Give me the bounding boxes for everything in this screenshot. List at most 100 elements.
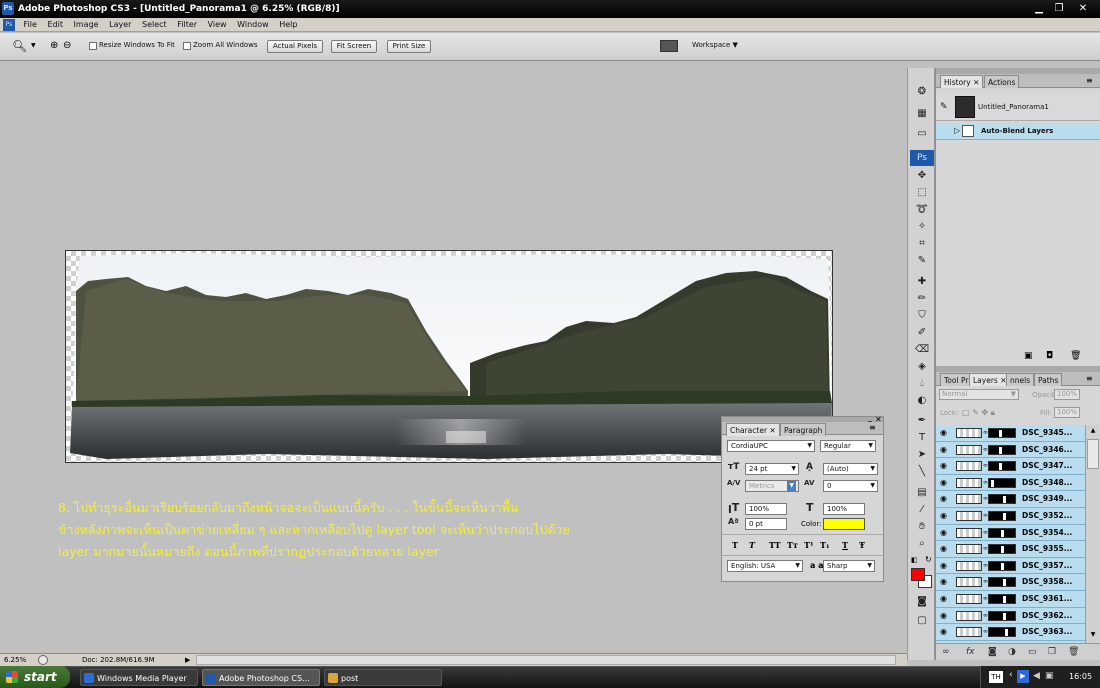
fill-input[interactable]: 100% <box>1054 407 1080 418</box>
layer-row[interactable]: ◉ ∞ DSC_9348... <box>936 474 1086 492</box>
minimize-icon[interactable]: ▁ <box>1032 3 1046 15</box>
foreground-color-swatch[interactable] <box>911 568 925 581</box>
underline-button[interactable]: T <box>842 540 848 550</box>
tab-paths[interactable]: Paths <box>1034 373 1063 386</box>
layer-row[interactable]: ◉ ∞ DSC_9358... <box>936 574 1086 591</box>
volume-icon[interactable]: ◀ <box>1033 671 1040 681</box>
screen-mode-icon[interactable]: ▢ <box>914 613 930 628</box>
magic-wand-tool-icon[interactable]: ✧ <box>914 219 930 234</box>
history-brush-icon[interactable]: ✐ <box>914 325 930 340</box>
workspace-dropdown[interactable]: Workspace ▼ <box>692 41 738 49</box>
tab-layers[interactable]: Layers ✕ <box>969 373 1011 386</box>
text-color-swatch[interactable] <box>823 518 865 530</box>
photoshop-badge[interactable]: Ps <box>910 150 934 166</box>
start-button[interactable]: start <box>0 666 70 688</box>
tab-channels[interactable]: nnels <box>1006 373 1035 386</box>
tab-history[interactable]: History ✕ <box>940 75 984 88</box>
font-size-input[interactable]: 24 pt ▼ <box>745 463 799 475</box>
visibility-eye-icon[interactable]: ◉ <box>940 528 947 537</box>
line-tool-icon[interactable]: ╲ <box>914 464 930 479</box>
visibility-eye-icon[interactable]: ◉ <box>940 445 947 454</box>
layer-mask-icon[interactable]: ◙ <box>988 644 997 661</box>
zoom-out-icon[interactable]: ⊖ <box>63 40 71 51</box>
hand-tool-icon[interactable]: ✋︎ <box>914 519 930 534</box>
language-indicator[interactable]: TH <box>989 671 1003 683</box>
type-tool-icon[interactable]: T <box>914 430 930 445</box>
kerning-input[interactable]: Metrics ▼ <box>745 480 799 492</box>
layer-row[interactable]: ◉ ∞ DSC_9345... <box>936 425 1086 442</box>
bridge-icon[interactable] <box>660 40 678 52</box>
visibility-eye-icon[interactable]: ◉ <box>940 594 947 603</box>
menu-image[interactable]: Image <box>70 18 103 32</box>
menu-window[interactable]: Window <box>233 18 273 32</box>
layer-row[interactable]: ◉ ∞ DSC_9362... <box>936 607 1086 625</box>
new-snapshot-icon[interactable]: ◘ <box>1046 351 1053 361</box>
horizontal-scale-input[interactable]: 100% <box>823 503 865 515</box>
menu-file[interactable]: File <box>20 18 41 32</box>
anti-alias-select[interactable]: Sharp ▼ <box>823 560 875 572</box>
new-layer-icon[interactable]: ❐ <box>1048 644 1056 661</box>
menu-layer[interactable]: Layer <box>105 18 135 32</box>
language-select[interactable]: English: USA ▼ <box>727 560 803 572</box>
document-icon[interactable]: ▭ <box>914 126 930 141</box>
quick-mask-icon[interactable]: ◙ <box>914 594 930 609</box>
leading-input[interactable]: (Auto) ▼ <box>823 463 878 475</box>
menu-help[interactable]: Help <box>275 18 301 32</box>
visibility-eye-icon[interactable]: ◉ <box>940 544 947 553</box>
layer-row[interactable]: ◉ ∞ DSC_9361... <box>936 591 1086 608</box>
tab-character[interactable]: Character ✕ <box>726 423 780 436</box>
actual-pixels-button[interactable]: Actual Pixels <box>267 40 323 53</box>
tracking-input[interactable]: 0 ▼ <box>823 480 878 492</box>
tool-presets-icon[interactable]: ❂ <box>914 84 930 99</box>
visibility-eye-icon[interactable]: ◉ <box>940 577 947 586</box>
tab-tool-presets[interactable]: Tool Pr <box>940 373 973 386</box>
slice-tool-icon[interactable]: ✎ <box>914 253 930 268</box>
layers-scrollbar[interactable]: ▲ ▼ <box>1085 425 1099 643</box>
visibility-eye-icon[interactable]: ◉ <box>940 478 947 487</box>
superscript-button[interactable]: T¹ <box>804 540 813 550</box>
move-tool-icon[interactable]: ✥ <box>914 168 930 183</box>
network-icon[interactable]: ▣ <box>1045 671 1054 681</box>
visibility-eye-icon[interactable]: ◉ <box>940 611 947 620</box>
tray-arrow-icon[interactable]: ‹ <box>1009 670 1013 680</box>
print-size-button[interactable]: Print Size <box>387 40 431 53</box>
media-tray-icon[interactable]: ▶ <box>1017 670 1029 683</box>
brush-tool-icon[interactable]: ✏ <box>914 291 930 306</box>
maximize-icon[interactable]: ❐ <box>1052 3 1066 15</box>
layers-panel-menu-icon[interactable]: ≡ <box>1086 374 1093 383</box>
zoom-in-icon[interactable]: ⊕ <box>50 40 58 51</box>
zoom-all-windows-checkbox[interactable] <box>183 42 191 50</box>
zoom-level[interactable]: 6.25% <box>4 654 26 666</box>
zoom-tool-box-icon[interactable]: ⌕ <box>914 536 930 551</box>
taskbar-item-photoshop[interactable]: Adobe Photoshop CS... <box>202 669 320 686</box>
tab-paragraph[interactable]: Paragraph <box>780 423 827 436</box>
layer-style-icon[interactable]: fx <box>966 644 975 661</box>
faux-bold-button[interactable]: T <box>732 540 738 550</box>
strikethrough-button[interactable]: Ŧ <box>859 540 865 550</box>
status-icon[interactable] <box>38 655 48 665</box>
visibility-eye-icon[interactable]: ◉ <box>940 627 947 636</box>
delete-state-icon[interactable]: 🗑︎ <box>1070 351 1081 361</box>
horizontal-scrollbar[interactable] <box>196 655 896 665</box>
font-family-select[interactable]: CordiaUPC ▼ <box>727 440 815 452</box>
close-icon[interactable]: ✕ <box>1076 3 1090 15</box>
healing-brush-icon[interactable]: ✚ <box>914 274 930 289</box>
vertical-scale-input[interactable]: 100% <box>745 503 787 515</box>
layer-row[interactable]: ◉ ∞ DSC_9347... <box>936 458 1086 475</box>
taskbar-item-post[interactable]: post <box>324 669 442 686</box>
swap-colors-icon[interactable]: ↻ <box>925 555 932 564</box>
marquee-tool-icon[interactable]: ⬚ <box>914 185 930 200</box>
visibility-eye-icon[interactable]: ◉ <box>940 561 947 570</box>
panel-menu-icon[interactable]: ≡ <box>1086 76 1093 85</box>
delete-layer-icon[interactable]: 🗑︎ <box>1068 644 1079 661</box>
resize-windows-checkbox[interactable] <box>89 42 97 50</box>
path-selection-icon[interactable]: ➤ <box>914 447 930 462</box>
faux-italic-button[interactable]: T <box>749 540 755 550</box>
layer-row[interactable]: ◉ ∞ DSC_9363... <box>936 624 1086 641</box>
history-snapshot-row[interactable]: ✎ Untitled_Panorama1 <box>936 93 1100 121</box>
document-canvas[interactable] <box>65 250 833 463</box>
document-menu-icon[interactable]: Ps <box>3 19 15 31</box>
history-brush-source-icon[interactable]: ✎ <box>940 102 948 112</box>
subscript-button[interactable]: T₁ <box>820 540 829 550</box>
crop-tool-icon[interactable]: ⌗ <box>914 236 930 251</box>
